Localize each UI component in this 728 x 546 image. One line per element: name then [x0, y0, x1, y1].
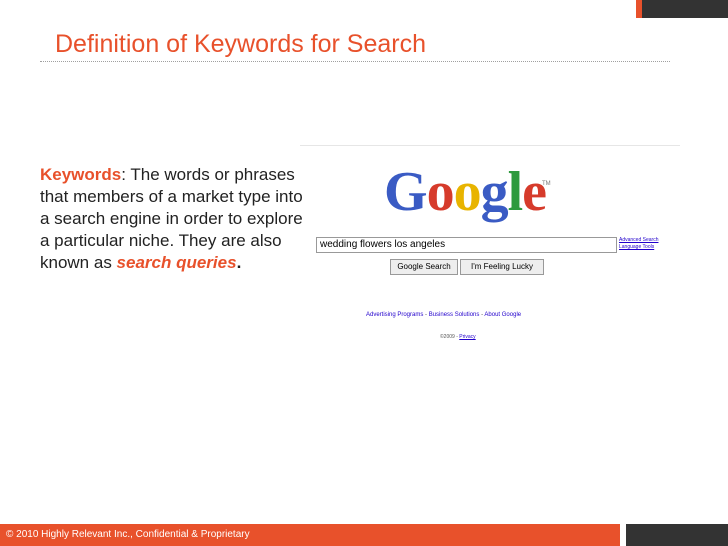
google-logo-letter: G: [384, 161, 428, 223]
privacy-link[interactable]: Privacy: [459, 334, 475, 340]
top-bar: [0, 0, 728, 18]
advanced-search-link[interactable]: Advanced Search: [619, 237, 658, 244]
copyright-text: ©2009 -: [440, 334, 460, 340]
google-logo-letter: g: [480, 161, 509, 223]
business-solutions-link[interactable]: Business Solutions: [429, 312, 480, 318]
footer-bar-dark-block: [626, 524, 728, 546]
title-divider: [40, 61, 670, 62]
language-tools-link[interactable]: Language Tools: [619, 244, 658, 251]
google-logo-letter: l: [507, 161, 524, 223]
google-logo: Google: [384, 160, 547, 224]
screenshot-border: [300, 145, 680, 146]
about-google-link[interactable]: About Google: [484, 312, 521, 318]
google-logo-letter: o: [453, 161, 482, 223]
top-bar-dark-block: [642, 0, 728, 18]
google-footer-links: Advertising Programs - Business Solution…: [366, 312, 521, 318]
google-search-button[interactable]: Google Search: [390, 259, 458, 275]
definition-text: Keywords: The words or phrases that memb…: [40, 164, 315, 274]
feeling-lucky-button[interactable]: I'm Feeling Lucky: [460, 259, 544, 275]
footer-bar: © 2010 Highly Relevant Inc., Confidentia…: [0, 524, 728, 546]
trademark-mark: TM: [542, 181, 551, 187]
google-logo-letter: o: [426, 161, 455, 223]
keyword-term: Keywords: [40, 165, 122, 184]
google-logo-letter: e: [522, 161, 547, 223]
side-links: Advanced Search Language Tools: [619, 237, 658, 251]
footer-legal-text: © 2010 Highly Relevant Inc., Confidentia…: [6, 529, 250, 540]
google-copyright: ©2009 - Privacy: [440, 334, 476, 340]
google-screenshot: Google TM wedding flowers los angeles Ad…: [300, 145, 680, 345]
definition-end: .: [236, 253, 242, 272]
search-queries-term: search queries: [116, 253, 237, 272]
slide-title: Definition of Keywords for Search: [55, 30, 427, 58]
advertising-programs-link[interactable]: Advertising Programs: [366, 312, 423, 318]
google-search-input[interactable]: wedding flowers los angeles: [316, 237, 617, 253]
